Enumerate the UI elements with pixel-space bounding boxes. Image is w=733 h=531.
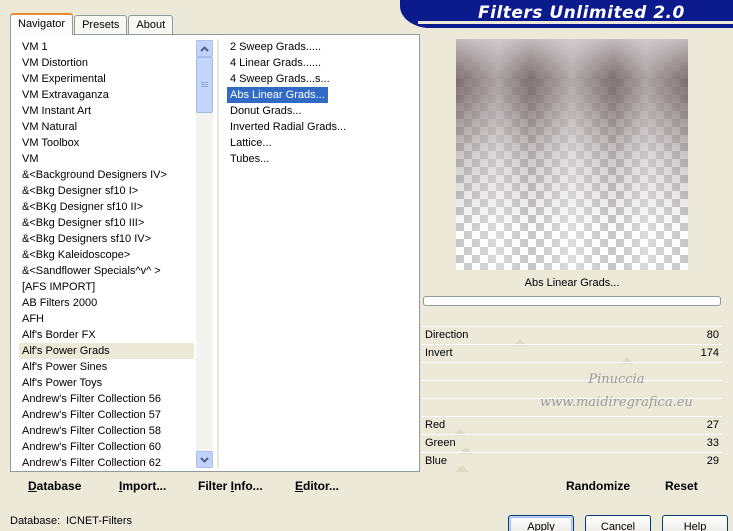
progress-bar <box>423 296 721 306</box>
param-blue-slider[interactable]: Blue 29 <box>422 452 722 472</box>
param-label: Invert <box>425 347 453 359</box>
category-item[interactable]: &<Bkg Designers sf10 IV> <box>19 231 194 247</box>
category-item[interactable]: Andrew's Filter Collection 60 <box>19 439 194 455</box>
watermark-line2: www.maidiregrafica.eu <box>540 395 693 410</box>
category-item[interactable]: [AFS IMPORT] <box>19 279 194 295</box>
scroll-down-button[interactable] <box>196 451 213 468</box>
banner-title: Filters Unlimited 2.0 <box>478 3 685 23</box>
randomize-button[interactable]: Randomize <box>566 479 630 493</box>
import-button[interactable]: Import... <box>119 479 166 493</box>
category-item[interactable]: &<BKg Designer sf10 II> <box>19 199 194 215</box>
category-item[interactable]: VM Instant Art <box>19 103 194 119</box>
category-item[interactable]: &<Sandflower Specials^v^ > <box>19 263 194 279</box>
param-label: Blue <box>425 455 448 467</box>
watermark-line1: Pinuccia <box>588 372 645 387</box>
slider-handle[interactable] <box>455 465 469 472</box>
filter-item[interactable]: Inverted Radial Grads... <box>227 119 417 135</box>
title-banner: Filters Unlimited 2.0 <box>400 0 733 28</box>
category-item[interactable]: VM Extravaganza <box>19 87 194 103</box>
param-label: Red <box>425 419 446 431</box>
tab-navigator[interactable]: Navigator <box>10 13 74 35</box>
category-item[interactable]: Alf's Power Toys <box>19 375 194 391</box>
category-item[interactable]: Andrew's Filter Collection 62 <box>19 455 194 471</box>
category-item[interactable]: VM Toolbox <box>19 135 194 151</box>
scroll-thumb[interactable] <box>196 57 213 113</box>
param-value: 29 <box>706 455 719 467</box>
tab-presets[interactable]: Presets <box>74 15 128 34</box>
apply-button[interactable]: Apply <box>508 515 574 531</box>
filter-item[interactable]: 4 Linear Grads...... <box>227 55 417 71</box>
category-item[interactable]: Andrew's Filter Collection 58 <box>19 423 194 439</box>
tab-strip: Navigator Presets About <box>10 13 174 35</box>
param-red-slider[interactable]: Red 27 <box>422 416 722 436</box>
preview-image <box>456 39 688 270</box>
navigator-panel: VM 1 VM Distortion VM Experimental VM Extra… <box>10 34 420 472</box>
category-item[interactable]: VM <box>19 151 194 167</box>
preview-filter-name: Abs Linear Grads... <box>524 277 620 289</box>
param-value: 174 <box>700 347 719 359</box>
database-label: Database: <box>10 515 61 527</box>
filter-list[interactable]: 2 Sweep Grads..... 4 Linear Grads...... 4 … <box>227 39 417 239</box>
filter-item[interactable]: Tubes... <box>227 151 417 167</box>
filter-item[interactable]: Lattice... <box>227 135 417 151</box>
category-item[interactable]: VM 1 <box>19 39 194 55</box>
category-item[interactable]: &<Bkg Designer sf10 I> <box>19 183 194 199</box>
reset-button[interactable]: Reset <box>665 479 698 493</box>
category-list[interactable]: VM 1 VM Distortion VM Experimental VM Extra… <box>19 39 194 471</box>
category-item[interactable]: &<Bkg Designer sf10 III> <box>19 215 194 231</box>
tab-about[interactable]: About <box>128 15 174 34</box>
param-label: Direction <box>425 329 469 341</box>
param-green-slider[interactable]: Green 33 <box>422 434 722 454</box>
database-button[interactable]: Database <box>28 479 81 493</box>
filter-info-button[interactable]: Filter Info... <box>198 479 263 493</box>
filter-item[interactable]: 2 Sweep Grads..... <box>227 39 417 55</box>
category-item[interactable]: Alf's Power Sines <box>19 359 194 375</box>
param-direction-slider[interactable]: Direction 80 <box>422 326 722 346</box>
category-item[interactable]: VM Distortion <box>19 55 194 71</box>
cancel-button[interactable]: Cancel <box>585 515 651 531</box>
list-divider <box>217 39 219 469</box>
chevron-down-icon <box>200 456 209 463</box>
grip-icon <box>201 82 208 83</box>
database-value: ICNET-Filters <box>66 515 132 527</box>
category-scrollbar[interactable] <box>196 40 213 468</box>
category-item[interactable]: Alf's Border FX <box>19 327 194 343</box>
param-value: 27 <box>706 419 719 431</box>
category-item[interactable]: &<Bkg Kaleidoscope> <box>19 247 194 263</box>
category-item[interactable]: Andrew's Filter Collection 56 <box>19 391 194 407</box>
filter-item[interactable]: Donut Grads... <box>227 103 417 119</box>
category-item[interactable]: AB Filters 2000 <box>19 295 194 311</box>
category-item[interactable]: VM Natural <box>19 119 194 135</box>
category-item[interactable]: Alf's Power Grads <box>19 343 194 359</box>
param-value: 80 <box>706 329 719 341</box>
database-status: Database: ICNET-Filters <box>10 515 132 527</box>
param-invert-slider[interactable]: Invert 174 <box>422 344 722 364</box>
filter-item[interactable]: 4 Sweep Grads...s... <box>227 71 417 87</box>
category-item[interactable]: VM Experimental <box>19 71 194 87</box>
help-button[interactable]: Help <box>662 515 728 531</box>
param-value: 33 <box>706 437 719 449</box>
param-label: Green <box>425 437 456 449</box>
category-item[interactable]: AFH <box>19 311 194 327</box>
scroll-up-button[interactable] <box>196 40 213 57</box>
category-item[interactable]: Andrew's Filter Collection 57 <box>19 407 194 423</box>
editor-button[interactable]: Editor... <box>295 479 339 493</box>
category-item[interactable]: &<Background Designers IV> <box>19 167 194 183</box>
filter-item[interactable]: Abs Linear Grads... <box>227 87 328 103</box>
watermark: Pinuccia www.maidiregrafica.eu <box>540 368 693 414</box>
chevron-up-icon <box>200 45 209 52</box>
